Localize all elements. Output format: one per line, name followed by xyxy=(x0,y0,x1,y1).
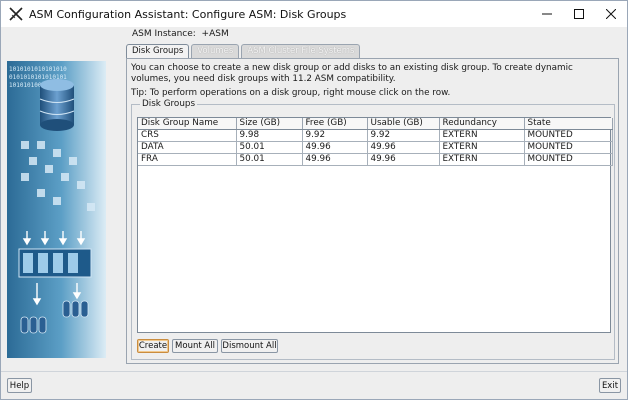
tab-volumes: Volumes xyxy=(191,44,240,58)
table-header-row: Disk Group Name Size (GB) Free (GB) Usab… xyxy=(138,118,613,130)
disk-array-icon xyxy=(18,248,92,278)
column-header-disk-group-name[interactable]: Disk Group Name xyxy=(138,118,237,130)
cell-usable: 49.96 xyxy=(367,153,440,166)
tab-bar: Disk Groups Volumes ASM Cluster File Sys… xyxy=(126,44,362,58)
help-button[interactable]: Help xyxy=(7,378,32,393)
column-header-usable[interactable]: Usable (GB) xyxy=(367,118,440,130)
tip-text: Tip: To perform operations on a disk gro… xyxy=(131,88,451,98)
disk-groups-panel: You can choose to create a new disk grou… xyxy=(126,58,619,364)
database-icon xyxy=(39,79,75,131)
footer-divider xyxy=(1,371,627,372)
disk-groups-table[interactable]: Disk Group Name Size (GB) Free (GB) Usab… xyxy=(137,117,613,333)
column-header-free[interactable]: Free (GB) xyxy=(302,118,368,130)
asm-instance-caption: ASM Instance: xyxy=(132,29,196,39)
disk-groups-legend: Disk Groups xyxy=(140,99,198,109)
mount-all-button[interactable]: Mount All xyxy=(172,339,218,353)
oracle-x-icon xyxy=(9,7,23,21)
binary-row: 1010101010101010 xyxy=(9,66,67,73)
close-button[interactable] xyxy=(595,1,627,27)
table-row[interactable]: CRS 9.98 9.92 9.92 EXTERN MOUNTED xyxy=(138,129,613,142)
dialog-body: 1010101010101010 0101010101010101 101010… xyxy=(1,27,627,399)
column-header-redundancy[interactable]: Redundancy xyxy=(439,118,525,130)
cell-state: MOUNTED xyxy=(524,141,613,154)
cell-state: MOUNTED xyxy=(524,153,613,166)
cell-redundancy: EXTERN xyxy=(439,153,525,166)
column-header-size[interactable]: Size (GB) xyxy=(236,118,303,130)
create-button[interactable]: Create xyxy=(137,339,169,353)
cell-usable: 9.92 xyxy=(367,129,440,142)
application-window: ASM Configuration Assistant: Configure A… xyxy=(0,0,628,400)
cell-size: 50.01 xyxy=(236,141,303,154)
minimize-button[interactable] xyxy=(531,1,563,27)
cell-disk-group-name: FRA xyxy=(138,153,237,166)
asm-instance-value: +ASM xyxy=(201,29,229,39)
window-controls xyxy=(531,1,627,27)
asm-instance-label: ASM Instance: +ASM xyxy=(132,29,229,39)
table-row[interactable]: DATA 50.01 49.96 49.96 EXTERN MOUNTED xyxy=(138,141,613,154)
close-icon xyxy=(606,9,616,19)
cell-state: MOUNTED xyxy=(524,129,613,142)
exit-button[interactable]: Exit xyxy=(599,378,621,393)
cell-size: 50.01 xyxy=(236,153,303,166)
cell-free: 49.96 xyxy=(302,153,368,166)
column-header-state[interactable]: State xyxy=(524,118,613,130)
cell-disk-group-name: DATA xyxy=(138,141,237,154)
minimize-icon xyxy=(542,13,552,15)
cell-size: 9.98 xyxy=(236,129,303,142)
cell-usable: 49.96 xyxy=(367,141,440,154)
cell-free: 9.92 xyxy=(302,129,368,142)
cell-redundancy: EXTERN xyxy=(439,141,525,154)
cell-disk-group-name: CRS xyxy=(138,129,237,142)
tab-asm-cluster-file-systems: ASM Cluster File Systems xyxy=(241,44,361,58)
table-row[interactable]: FRA 50.01 49.96 49.96 EXTERN MOUNTED xyxy=(138,153,613,166)
asm-illustration: 1010101010101010 0101010101010101 101010… xyxy=(7,61,106,358)
tab-disk-groups[interactable]: Disk Groups xyxy=(126,44,190,58)
maximize-icon xyxy=(574,9,584,19)
disk-groups-groupbox: Disk Groups Disk Group Name Size (GB) Fr… xyxy=(131,99,615,360)
title-bar: ASM Configuration Assistant: Configure A… xyxy=(1,1,627,27)
maximize-button[interactable] xyxy=(563,1,595,27)
cell-redundancy: EXTERN xyxy=(439,129,525,142)
description-text: You can choose to create a new disk grou… xyxy=(131,63,573,84)
cell-free: 49.96 xyxy=(302,141,368,154)
dismount-all-button[interactable]: Dismount All xyxy=(221,339,278,353)
window-title: ASM Configuration Assistant: Configure A… xyxy=(29,7,347,21)
